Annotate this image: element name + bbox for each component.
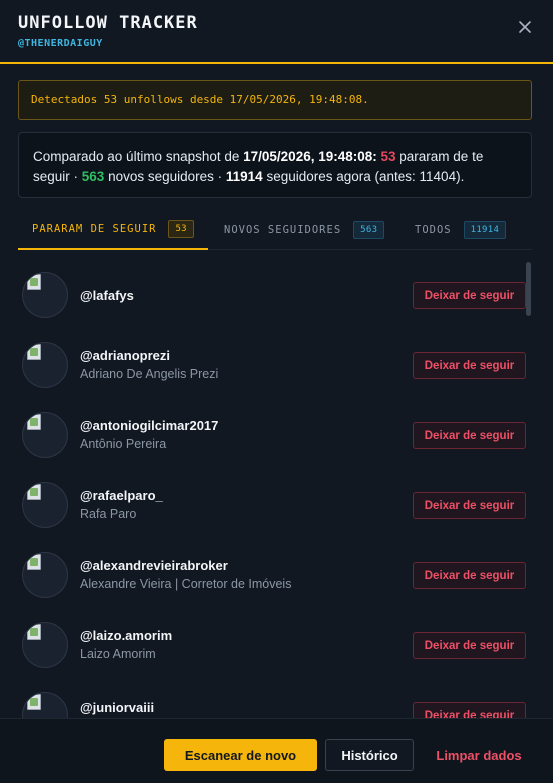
username[interactable]: @adrianoprezi	[80, 348, 170, 363]
username[interactable]: @antoniogilcimar2017	[80, 418, 218, 433]
snapshot-summary: Comparado ao último snapshot de 17/05/20…	[18, 132, 532, 198]
total-followers-count: 11914	[225, 169, 263, 184]
tab-bar: PARARAM DE SEGUIR 53 NOVOS SEGUIDORES 56…	[18, 210, 532, 250]
broken-image-icon	[27, 344, 41, 360]
list-item: @juniorvaiii Deixar de seguir	[0, 680, 553, 718]
list-item: @antoniogilcimar2017 Antônio Pereira Dei…	[0, 400, 553, 470]
tab-unfollowed-count: 53	[168, 220, 194, 238]
avatar	[22, 412, 68, 458]
username[interactable]: @alexandrevieirabroker	[80, 558, 228, 573]
user-list[interactable]: @lafafys Deixar de seguir @adrianoprezi …	[0, 260, 553, 718]
history-button[interactable]: Histórico	[325, 739, 414, 771]
list-item: @adrianoprezi Adriano De Angelis Prezi D…	[0, 330, 553, 400]
scan-again-button[interactable]: Escanear de novo	[164, 739, 317, 771]
unfollow-button[interactable]: Deixar de seguir	[413, 562, 526, 589]
broken-image-icon	[27, 554, 41, 570]
tab-unfollowed-label: PARARAM DE SEGUIR	[32, 223, 157, 235]
summary-prefix: Comparado ao último snapshot de	[33, 149, 244, 164]
list-scrollbar[interactable]	[526, 262, 531, 316]
total-followers-text: seguidores agora (antes: 11404).	[262, 169, 465, 184]
unfollow-button[interactable]: Deixar de seguir	[413, 422, 526, 449]
broken-image-icon	[27, 484, 41, 500]
full-name: Rafa Paro	[80, 507, 137, 521]
new-followers-count: 563	[81, 169, 105, 184]
header: UNFOLLOW TRACKER @THENERDAIGUY	[0, 0, 553, 64]
footer: Escanear de novo Histórico Limpar dados	[0, 718, 553, 783]
full-name: Antônio Pereira	[80, 437, 167, 451]
username[interactable]: @laizo.amorim	[80, 628, 172, 643]
unfollow-button[interactable]: Deixar de seguir	[413, 352, 526, 379]
close-icon[interactable]	[518, 20, 532, 34]
list-item: @lafafys Deixar de seguir	[0, 260, 553, 330]
broken-image-icon	[27, 414, 41, 430]
full-name: Laizo Amorim	[80, 647, 156, 661]
username[interactable]: @lafafys	[80, 288, 134, 303]
broken-image-icon	[27, 624, 41, 640]
avatar	[22, 552, 68, 598]
clear-data-button[interactable]: Limpar dados	[426, 739, 532, 771]
avatar	[22, 482, 68, 528]
new-followers-text: novos seguidores ·	[104, 169, 226, 184]
snapshot-date: 17/05/2026, 19:48:08	[243, 149, 373, 164]
avatar	[22, 342, 68, 388]
tab-all-label: TODOS	[415, 224, 452, 236]
unfollow-button[interactable]: Deixar de seguir	[413, 492, 526, 519]
broken-image-icon	[27, 274, 41, 290]
unfollow-button[interactable]: Deixar de seguir	[413, 282, 526, 309]
list-item: @alexandrevieirabroker Alexandre Vieira …	[0, 540, 553, 610]
full-name: Alexandre Vieira | Corretor de Imóveis	[80, 577, 292, 591]
avatar	[22, 692, 68, 718]
username[interactable]: @juniorvaiii	[80, 700, 154, 715]
list-item: @rafaelparo_ Rafa Paro Deixar de seguir	[0, 470, 553, 540]
account-handle: @THENERDAIGUY	[18, 38, 103, 49]
tab-unfollowed[interactable]: PARARAM DE SEGUIR 53	[18, 210, 208, 250]
tab-new-followers-label: NOVOS SEGUIDORES	[224, 224, 342, 236]
username[interactable]: @rafaelparo_	[80, 488, 163, 503]
full-name: Adriano De Angelis Prezi	[80, 367, 219, 381]
tab-new-followers-count: 563	[353, 221, 385, 239]
summary-colon: :	[372, 149, 381, 164]
tab-new-followers[interactable]: NOVOS SEGUIDORES 563	[224, 210, 385, 250]
avatar	[22, 622, 68, 668]
unfollow-alert: Detectados 53 unfollows desde 17/05/2026…	[18, 80, 532, 120]
unfollow-button[interactable]: Deixar de seguir	[413, 702, 526, 718]
app-title: UNFOLLOW TRACKER	[18, 13, 198, 33]
list-item: @laizo.amorim Laizo Amorim Deixar de seg…	[0, 610, 553, 680]
unfollow-button[interactable]: Deixar de seguir	[413, 632, 526, 659]
tab-all[interactable]: TODOS 11914	[415, 210, 507, 250]
tab-all-count: 11914	[463, 221, 507, 239]
avatar	[22, 272, 68, 318]
broken-image-icon	[27, 694, 41, 710]
unfollow-count: 53	[380, 149, 396, 164]
